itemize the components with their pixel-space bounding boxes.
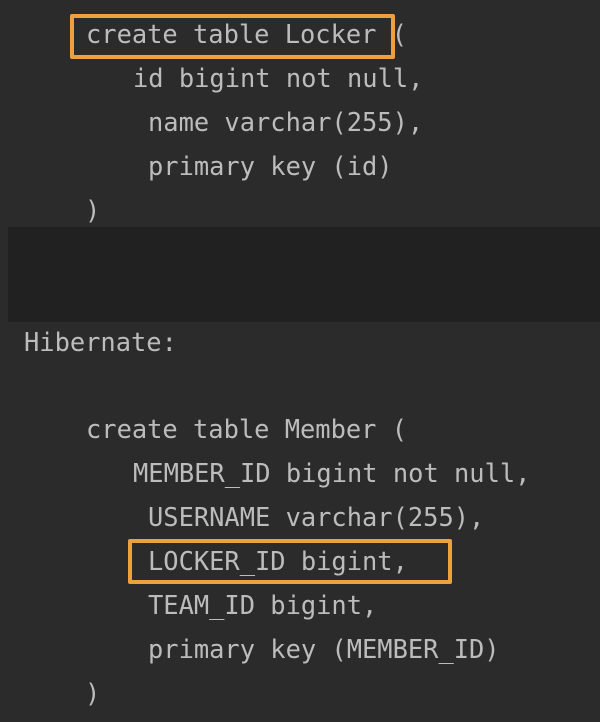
- code-line-create-table-locker: create table Locker (: [86, 19, 408, 49]
- code-line-member-team-id-column: TEAM_ID bigint,: [148, 590, 378, 620]
- code-line-locker-close-paren: ): [85, 195, 101, 225]
- output-separator-band: [8, 227, 600, 322]
- code-line-locker-id-column: id bigint not null,: [133, 63, 424, 93]
- code-line-locker-name-column: name varchar(255),: [148, 107, 424, 137]
- code-line-member-id-column: MEMBER_ID bigint not null,: [133, 458, 531, 488]
- code-line-create-table-member: create table Member (: [86, 414, 408, 444]
- code-line-locker-primary-key: primary key (id): [148, 151, 393, 181]
- hibernate-log-label: Hibernate:: [24, 327, 177, 357]
- code-line-member-close-paren: ): [85, 678, 101, 708]
- code-line-member-locker-id-column: LOCKER_ID bigint,: [148, 546, 408, 576]
- code-output-panel: create table Locker ( id bigint not null…: [0, 0, 600, 722]
- code-line-member-username-column: USERNAME varchar(255),: [148, 502, 485, 532]
- code-line-member-primary-key: primary key (MEMBER_ID): [148, 634, 500, 664]
